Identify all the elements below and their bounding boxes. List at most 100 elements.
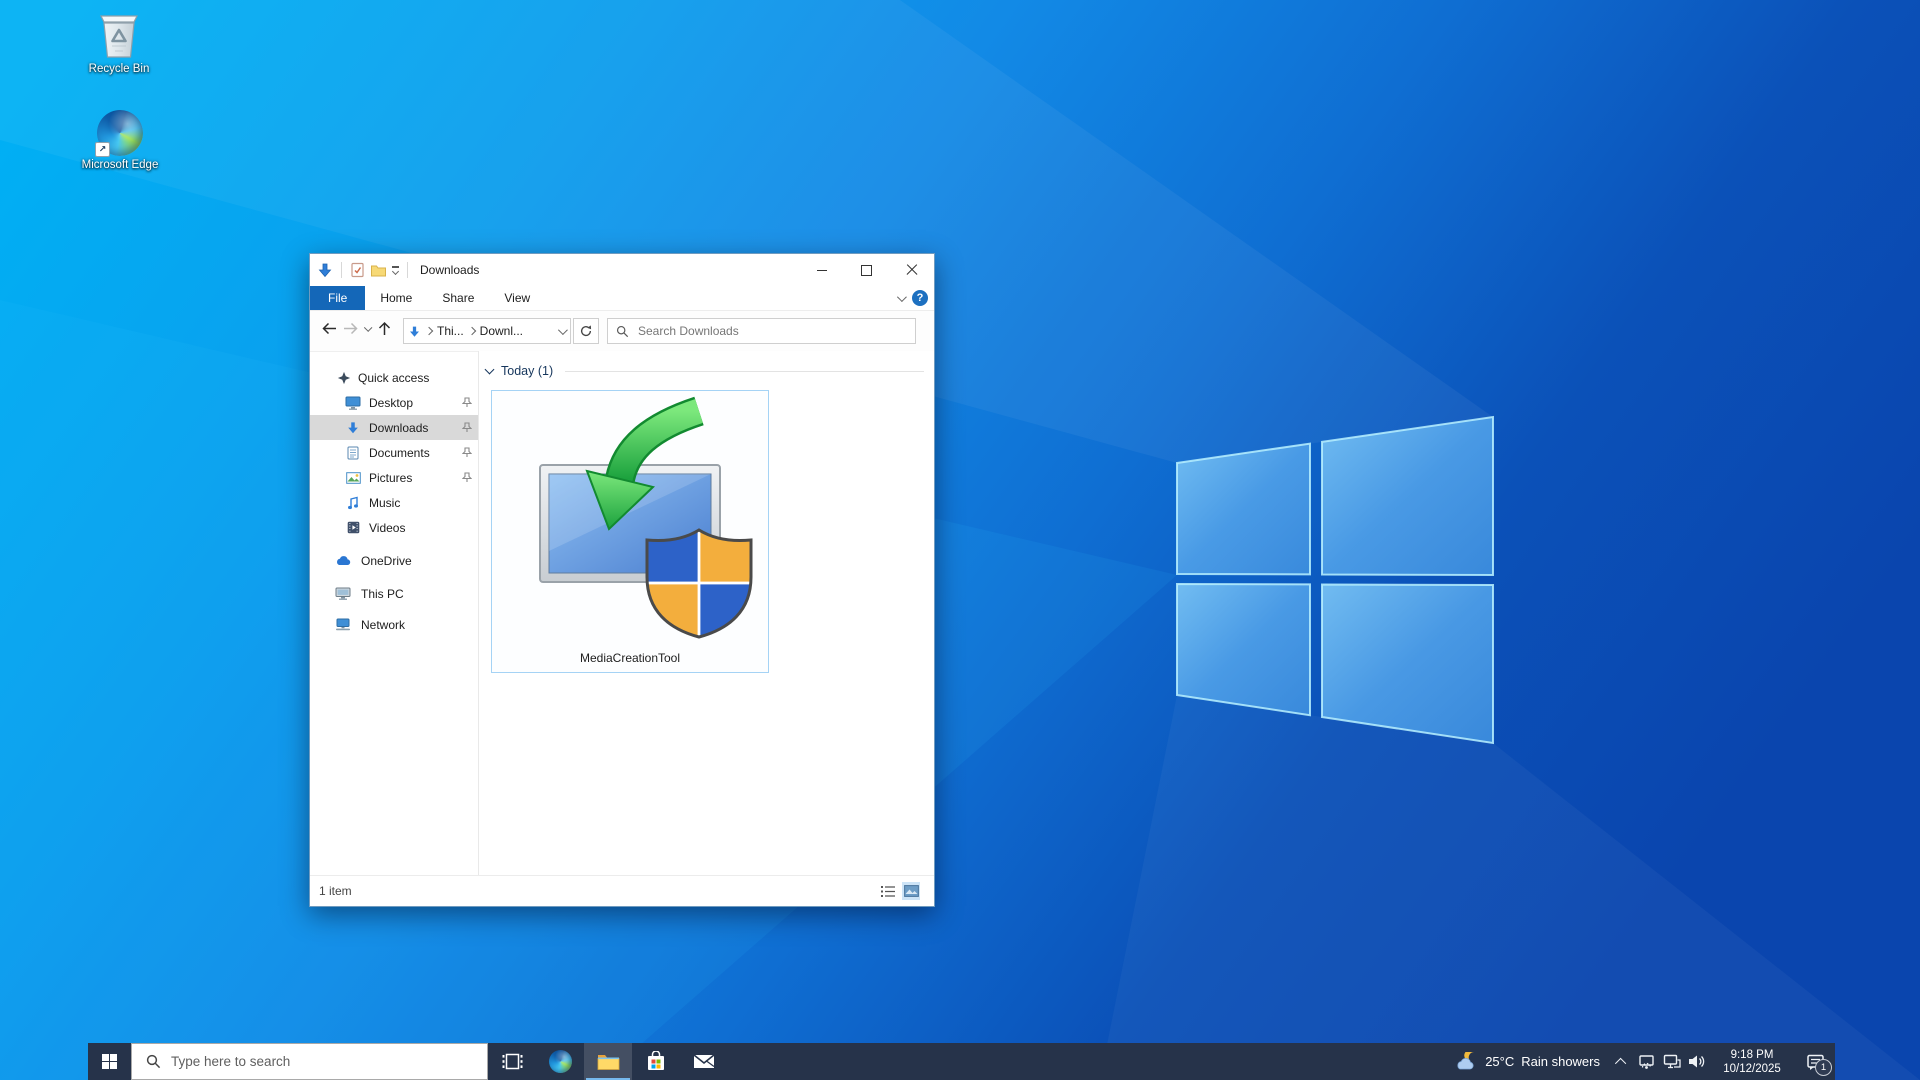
close-button[interactable] xyxy=(889,254,934,286)
ribbon-tabs: File Home Share View ? xyxy=(310,286,934,311)
tab-view[interactable]: View xyxy=(489,286,545,310)
breadcrumb-downloads[interactable]: Downl... xyxy=(480,324,523,338)
task-view-button[interactable] xyxy=(488,1043,536,1080)
this-pc-icon xyxy=(335,586,351,602)
pin-icon xyxy=(462,472,472,486)
desktop-icon-recycle-bin[interactable]: Recycle Bin xyxy=(71,10,167,76)
collapse-group-icon[interactable] xyxy=(485,365,495,375)
expand-ribbon-icon[interactable] xyxy=(897,292,907,302)
properties-icon[interactable] xyxy=(350,262,365,278)
recent-locations-icon[interactable] xyxy=(361,326,373,332)
separator xyxy=(341,262,342,278)
taskbar-store-button[interactable] xyxy=(632,1043,680,1080)
shortcut-arrow-icon: ↗ xyxy=(95,142,110,157)
explorer-search[interactable] xyxy=(607,318,916,344)
separator xyxy=(407,262,408,278)
tray-volume-icon[interactable] xyxy=(1684,1043,1709,1080)
refresh-icon xyxy=(579,324,593,338)
address-bar[interactable]: Thi... Downl... xyxy=(403,318,571,344)
tab-share[interactable]: Share xyxy=(427,286,489,310)
large-icons-view-button[interactable] xyxy=(902,882,920,900)
quick-access-toolbar: Downloads xyxy=(317,262,479,278)
file-list-area: Today (1) xyxy=(479,351,934,876)
weather-widget[interactable]: 25°C Rain showers xyxy=(1445,1052,1609,1072)
notification-badge: 1 xyxy=(1815,1059,1832,1076)
taskbar-search-input[interactable] xyxy=(169,1053,433,1070)
up-button[interactable] xyxy=(374,321,394,337)
mediacreationtool-icon xyxy=(492,391,768,639)
explorer-search-input[interactable] xyxy=(636,323,870,339)
task-view-icon xyxy=(502,1052,523,1071)
tray-cast-icon[interactable] xyxy=(1634,1043,1659,1080)
group-header-label: Today (1) xyxy=(501,364,553,378)
desktop-icon xyxy=(345,395,361,411)
title-bar: Downloads xyxy=(310,254,934,286)
taskbar-clock[interactable]: 9:18 PM 10/12/2025 xyxy=(1714,1048,1790,1076)
pin-icon xyxy=(462,397,472,411)
taskbar-edge-button[interactable] xyxy=(536,1043,584,1080)
minimize-button[interactable] xyxy=(799,254,844,286)
maximize-icon xyxy=(861,265,872,276)
wallpaper xyxy=(0,0,1920,1080)
address-location-icon xyxy=(408,325,421,338)
details-view-button[interactable] xyxy=(879,882,897,900)
maximize-button[interactable] xyxy=(844,254,889,286)
breadcrumb-separator-icon xyxy=(425,327,433,335)
documents-icon xyxy=(345,445,361,461)
sidebar-item-music[interactable]: Music xyxy=(310,490,478,515)
windows-start-icon xyxy=(102,1054,118,1070)
tray-network-icon[interactable] xyxy=(1659,1043,1684,1080)
sidebar-item-documents[interactable]: Documents xyxy=(310,440,478,465)
help-icon[interactable]: ? xyxy=(912,290,928,306)
sidebar-item-videos[interactable]: Videos xyxy=(310,515,478,540)
tab-home[interactable]: Home xyxy=(365,286,427,310)
network-icon xyxy=(335,617,351,633)
action-center-button[interactable]: 1 xyxy=(1795,1043,1835,1080)
sidebar-item-desktop[interactable]: Desktop xyxy=(310,390,478,415)
qat-customize-icon[interactable] xyxy=(392,266,399,273)
window-title: Downloads xyxy=(420,263,479,277)
weather-condition: Rain showers xyxy=(1521,1054,1600,1069)
clock-time: 9:18 PM xyxy=(1714,1048,1790,1062)
sidebar-item-downloads[interactable]: Downloads xyxy=(310,415,478,440)
onedrive-cloud-icon xyxy=(335,553,351,569)
address-dropdown-icon[interactable] xyxy=(558,325,568,335)
edge-icon xyxy=(549,1050,572,1073)
taskbar-mail-button[interactable] xyxy=(680,1043,728,1080)
sidebar-item-quick-access[interactable]: Quick access xyxy=(310,365,478,390)
navigation-pane: Quick access Desktop Downloads xyxy=(310,351,479,876)
file-explorer-window: Downloads File Home Share View ? xyxy=(309,253,935,907)
refresh-button[interactable] xyxy=(573,318,599,344)
desktop-icon-label: Recycle Bin xyxy=(71,63,167,76)
desktop-icon-microsoft-edge[interactable]: ↗ Microsoft Edge xyxy=(72,110,168,172)
minimize-icon xyxy=(817,270,827,271)
sidebar-item-onedrive[interactable]: OneDrive xyxy=(310,548,478,573)
quick-access-star-icon xyxy=(336,370,352,386)
close-icon xyxy=(906,264,918,276)
file-tile-mediacreationtool[interactable]: MediaCreationTool xyxy=(491,390,769,673)
search-icon xyxy=(616,325,629,338)
taskbar-search[interactable] xyxy=(131,1043,488,1080)
forward-button[interactable] xyxy=(341,321,359,336)
file-explorer-icon xyxy=(597,1052,620,1071)
downloads-icon xyxy=(345,420,361,436)
breadcrumb-this-pc[interactable]: Thi... xyxy=(437,324,464,338)
new-folder-icon[interactable] xyxy=(370,263,387,278)
edge-icon: ↗ xyxy=(97,110,143,156)
weather-temperature: 25°C xyxy=(1485,1054,1514,1069)
tab-file[interactable]: File xyxy=(310,286,365,310)
sidebar-item-pictures[interactable]: Pictures xyxy=(310,465,478,490)
sidebar-item-this-pc[interactable]: This PC xyxy=(310,581,478,606)
group-header-rule xyxy=(565,371,924,372)
back-button[interactable] xyxy=(319,321,339,336)
status-bar: 1 item xyxy=(310,875,934,906)
breadcrumb-separator-icon xyxy=(467,327,475,335)
pin-icon xyxy=(462,447,472,461)
clock-date: 10/12/2025 xyxy=(1714,1062,1790,1076)
tray-show-hidden-icons-button[interactable] xyxy=(1609,1043,1634,1080)
start-button[interactable] xyxy=(88,1043,131,1080)
taskbar: 25°C Rain showers 9:18 PM 10/12/2025 xyxy=(88,1043,1835,1080)
sidebar-item-network[interactable]: Network xyxy=(310,612,478,637)
taskbar-file-explorer-button[interactable] xyxy=(584,1043,632,1080)
chevron-up-icon xyxy=(1614,1057,1625,1068)
